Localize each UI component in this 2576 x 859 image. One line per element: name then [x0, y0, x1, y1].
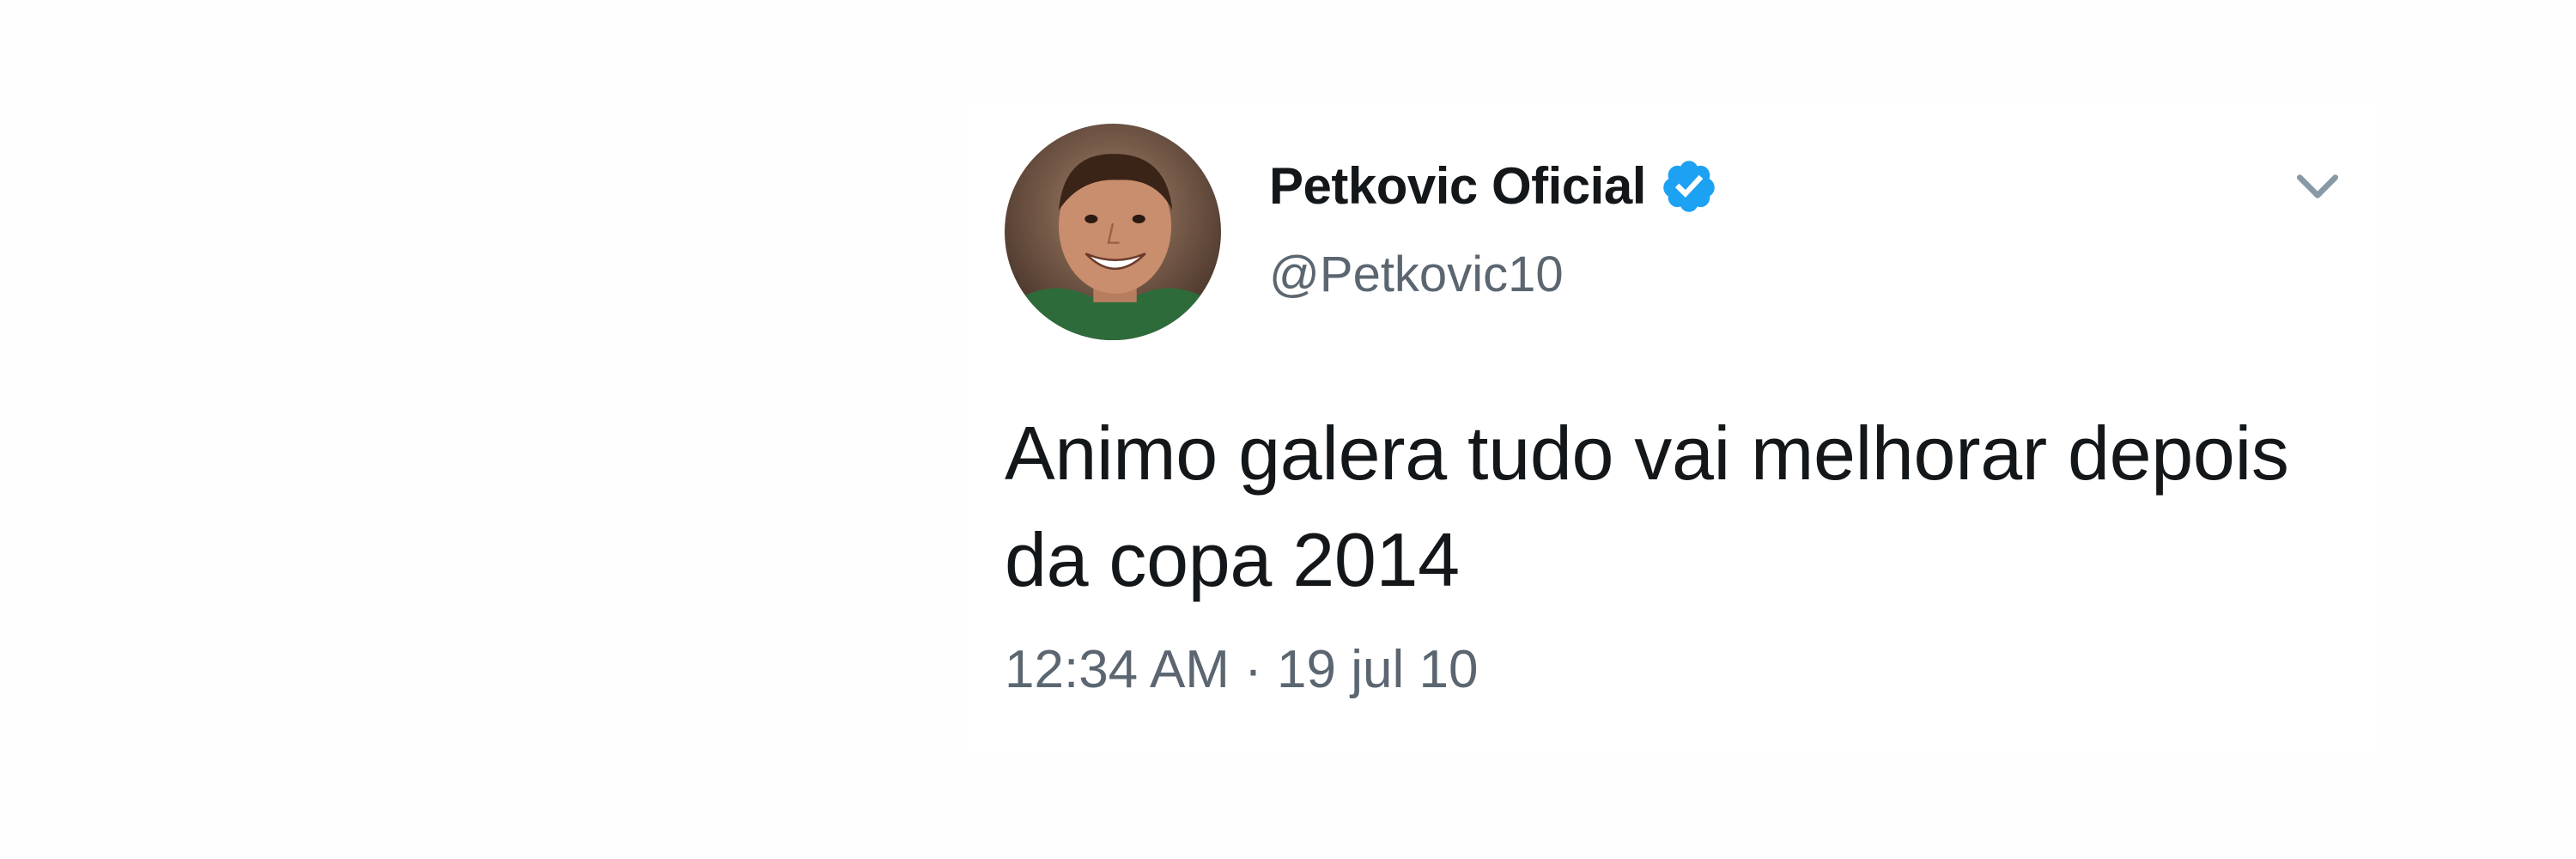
display-name-row: Petkovic Oficial — [1269, 156, 1718, 216]
avatar[interactable] — [1005, 124, 1221, 340]
tweet-card: Petkovic Oficial @Petkovic10 Animo galer… — [962, 101, 2379, 754]
avatar-image — [1005, 124, 1221, 340]
display-name[interactable]: Petkovic Oficial — [1269, 156, 1646, 216]
tweet-text: Animo galera tudo vai melhorar depois da… — [1005, 411, 2289, 602]
verified-badge-icon — [1663, 160, 1715, 212]
tweet-timestamp[interactable]: 12:34 AM · 19 jul 10 — [1005, 639, 1478, 700]
chevron-down-icon[interactable] — [2291, 160, 2344, 213]
user-handle[interactable]: @Petkovic10 — [1269, 246, 1564, 303]
